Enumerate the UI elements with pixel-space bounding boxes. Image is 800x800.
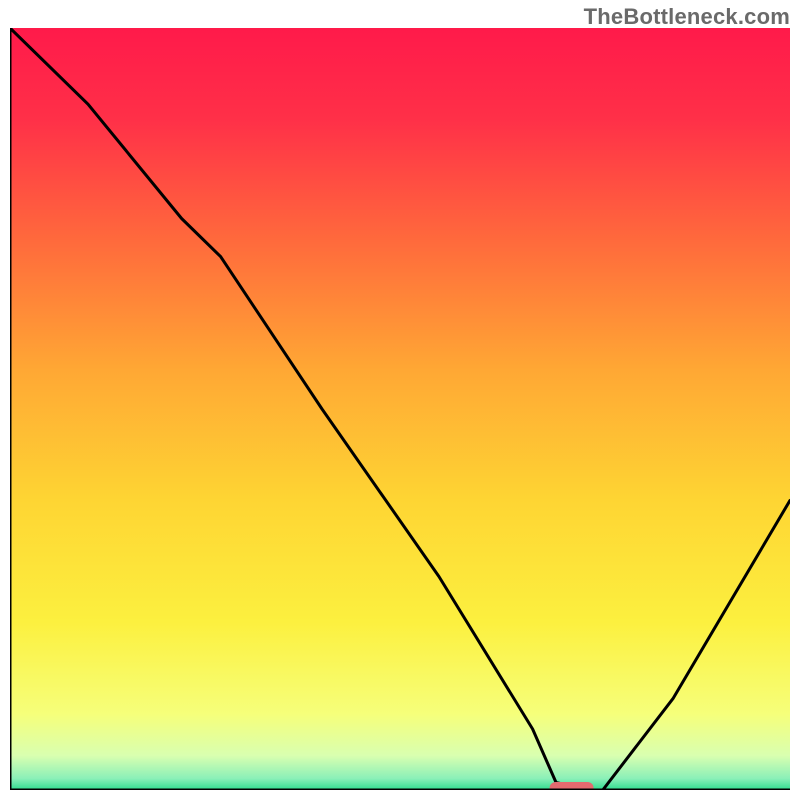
watermark-text: TheBottleneck.com [584,4,790,30]
chart-svg [10,28,790,790]
gradient-plot-area [10,28,790,790]
chart-frame [10,28,790,790]
